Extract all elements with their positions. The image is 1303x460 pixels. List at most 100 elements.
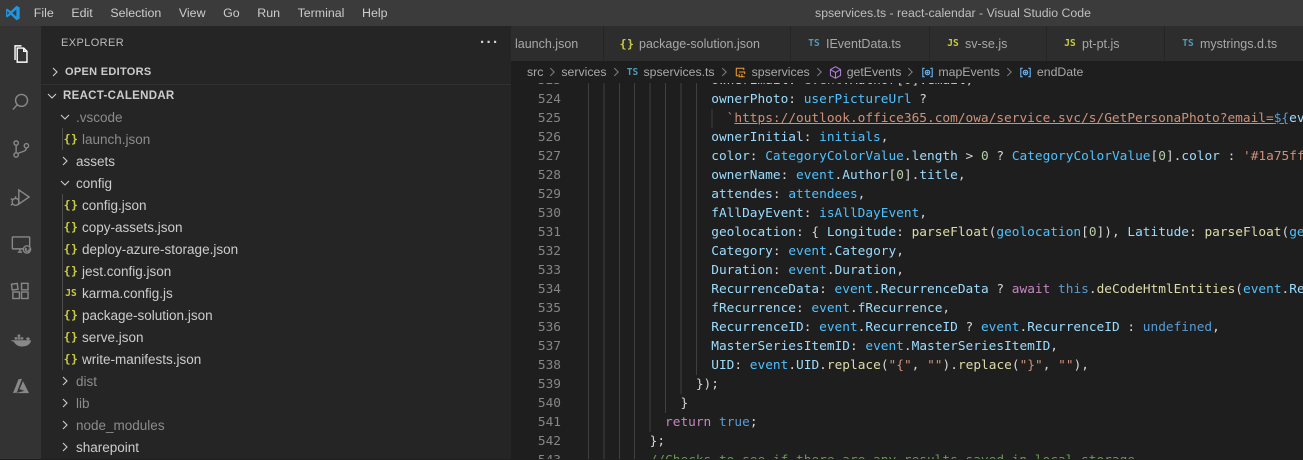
code-token: fRecurrence	[711, 301, 796, 316]
tree-item-serve-json[interactable]: {} serve.json	[41, 326, 511, 348]
breadcrumb-spservices-ts[interactable]: TS spservices.ts	[625, 64, 715, 80]
tree-item-label: sharepoint	[76, 439, 140, 455]
activitybar-docker[interactable]	[0, 318, 41, 366]
tab-package-solution-json[interactable]: {} package-solution.json	[604, 26, 791, 61]
code-token: ,	[911, 358, 928, 373]
breadcrumb-getevents[interactable]: getEvents	[828, 64, 902, 80]
line-number: 535	[537, 301, 561, 316]
code-token: "}"	[1019, 358, 1043, 373]
more-actions-icon[interactable]: ···	[480, 26, 500, 61]
tab-ieventdata-ts[interactable]: TS IEventData.ts	[791, 26, 930, 61]
indent-guides	[588, 242, 698, 261]
tree-indent-guide	[62, 326, 63, 348]
activitybar-search[interactable]	[0, 81, 41, 129]
code-token: :	[788, 83, 803, 88]
tree-item-label: write-manifests.json	[82, 351, 202, 367]
tab-sv-se-js[interactable]: JS sv-se.js	[930, 26, 1047, 61]
code-text: ownerPhoto: userPictureUrl ?	[711, 90, 927, 109]
menu-edit[interactable]: Edit	[63, 0, 102, 26]
code-token: :	[803, 320, 820, 335]
code-token: ,	[957, 168, 966, 183]
tree-item-node-modules[interactable]: node_modules	[41, 414, 511, 436]
menu-terminal[interactable]: Terminal	[289, 0, 353, 26]
file-icon-json: {}	[63, 264, 79, 278]
tree-item-config-json[interactable]: {} config.json	[41, 194, 511, 216]
code-token: }	[680, 396, 689, 411]
tree-item-launch-json[interactable]: {} launch.json	[41, 128, 511, 150]
tree-item-lib[interactable]: lib	[41, 392, 511, 414]
code-token: fRecurrence	[857, 301, 943, 316]
symbol-method-icon	[828, 64, 844, 80]
workspace-root-folder[interactable]: REACT-CALENDAR	[41, 84, 511, 106]
tab-launch-json[interactable]: launch.json	[511, 26, 604, 61]
breadcrumb-enddate[interactable]: endDate	[1018, 64, 1083, 80]
indent-guides	[588, 223, 698, 242]
code-token: :	[1189, 225, 1205, 240]
code-text: ownerEmail: event.Author[0].email,	[711, 83, 973, 90]
menu-file[interactable]: File	[25, 0, 63, 26]
code-token: event	[1243, 282, 1282, 297]
tab-label: launch.json	[515, 36, 579, 51]
breadcrumb-src[interactable]: src	[527, 65, 543, 79]
tree-item--vscode[interactable]: .vscode	[41, 106, 511, 128]
menu-run[interactable]: Run	[248, 0, 288, 26]
tree-item-dist[interactable]: dist	[41, 370, 511, 392]
remote-explorer-icon	[8, 231, 34, 262]
code-token: 0	[1088, 225, 1097, 240]
code-editor[interactable]: 523ownerEmail: event.Author[0].email,524…	[511, 83, 1303, 459]
code-token: deCodeHtmlEntities	[1096, 282, 1236, 297]
tree-item-copy-assets-json[interactable]: {} copy-assets.json	[41, 216, 511, 238]
breadcrumb-label: getEvents	[846, 65, 902, 79]
indent-guides	[588, 299, 698, 318]
line-number: 525	[537, 111, 561, 126]
activitybar-run-and-debug[interactable]	[0, 176, 41, 224]
line-number: 523	[511, 83, 561, 90]
tree-item-label: jest.config.json	[82, 263, 172, 279]
code-token: ;	[749, 415, 758, 430]
open-editors-section[interactable]: OPEN EDITORS	[41, 61, 511, 83]
tree-item-sharepoint[interactable]: sharepoint	[41, 436, 511, 458]
activitybar-explorer[interactable]	[0, 33, 41, 81]
breadcrumb-mapevents[interactable]: mapEvents	[919, 64, 1000, 80]
code-token: ,	[919, 206, 928, 221]
tree-item-config[interactable]: config	[41, 172, 511, 194]
code-token: UID	[796, 358, 820, 373]
activitybar-remote-explorer[interactable]	[0, 223, 41, 271]
menu-help[interactable]: Help	[353, 0, 396, 26]
tree-item-jest-config-json[interactable]: {} jest.config.json	[41, 260, 511, 282]
menu-view[interactable]: View	[170, 0, 214, 26]
line-number: 542	[537, 434, 561, 449]
menu-go[interactable]: Go	[214, 0, 248, 26]
tree-item-label: karma.config.js	[82, 285, 173, 301]
indent-guides	[588, 337, 698, 356]
code-token: .	[1088, 282, 1097, 297]
activitybar-extensions[interactable]	[0, 271, 41, 319]
line-number: 533	[537, 263, 561, 278]
menu-selection[interactable]: Selection	[102, 0, 171, 26]
tree-item-deploy-azure-storage-json[interactable]: {} deploy-azure-storage.json	[41, 238, 511, 260]
code-token: [	[896, 83, 904, 88]
code-text: UID: event.UID.replace("{", "").replace(…	[711, 356, 1089, 375]
indent-guides	[588, 318, 698, 337]
code-token: ?	[911, 92, 928, 107]
file-icon-json: {}	[619, 36, 635, 51]
tree-item-assets[interactable]: assets	[41, 150, 511, 172]
code-token: ?	[988, 149, 1012, 164]
tree-item-karma-config-js[interactable]: JS karma.config.js	[41, 282, 511, 304]
tree-item-write-manifests-json[interactable]: {} write-manifests.json	[41, 348, 511, 370]
code-token: event	[865, 339, 904, 354]
code-line-542: 542};	[511, 432, 1303, 451]
breadcrumb-services[interactable]: services	[561, 65, 606, 79]
tab-mystrings-d-ts[interactable]: TS mystrings.d.ts	[1165, 26, 1303, 61]
code-token: isAllDayEvent	[819, 206, 920, 221]
tab-pt-pt-js[interactable]: JS pt-pt.js	[1047, 26, 1165, 61]
activitybar-azure[interactable]	[0, 366, 41, 414]
code-text: attendes: attendees,	[711, 185, 865, 204]
code-text: color: CategoryColorValue.length > 0 ? C…	[711, 147, 1303, 166]
code-token: :	[749, 149, 766, 164]
line-number: 539	[537, 377, 561, 392]
breadcrumb-spservices[interactable]: spservices	[733, 64, 810, 80]
code-token: ].	[1165, 149, 1182, 164]
tree-item-package-solution-json[interactable]: {} package-solution.json	[41, 304, 511, 326]
activitybar-source-control[interactable]	[0, 128, 41, 176]
